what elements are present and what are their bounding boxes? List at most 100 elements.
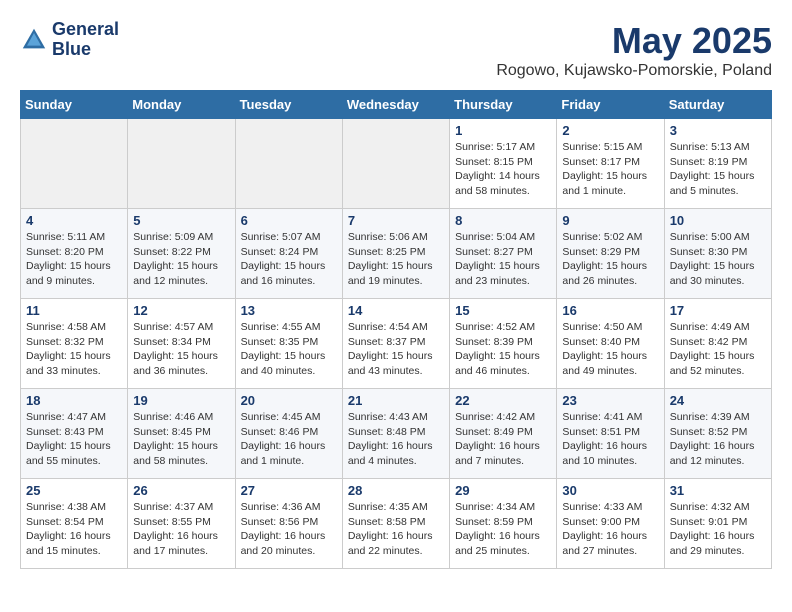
calendar-cell: 19 Sunrise: 4:46 AMSunset: 8:45 PMDayligh… [128, 389, 235, 479]
calendar-cell: 2Sunrise: 5:15 AMSunset: 8:17 PMDaylight… [557, 119, 664, 209]
weekday-header-thursday: Thursday [450, 91, 557, 119]
calendar-cell: 4Sunrise: 5:11 AMSunset: 8:20 PMDaylight… [21, 209, 128, 299]
day-number: 15 [455, 303, 551, 318]
day-number: 11 [26, 303, 122, 318]
calendar-cell: 20 Sunrise: 4:45 AMSunset: 8:46 PMDayligh… [235, 389, 342, 479]
calendar-cell [128, 119, 235, 209]
calendar-cell: 27 Sunrise: 4:36 AMSunset: 8:56 PMDayligh… [235, 479, 342, 569]
calendar-cell: 24 Sunrise: 4:39 AMSunset: 8:52 PMDayligh… [664, 389, 771, 479]
day-number: 6 [241, 213, 337, 228]
day-info: Sunrise: 4:37 AMSunset: 8:55 PMDaylight:… [133, 500, 229, 559]
calendar-cell: 30 Sunrise: 4:33 AMSunset: 9:00 PMDayligh… [557, 479, 664, 569]
day-number: 20 [241, 393, 337, 408]
logo-line2: Blue [52, 40, 119, 60]
day-info: Sunrise: 5:13 AMSunset: 8:19 PMDaylight:… [670, 140, 766, 199]
day-info: Sunrise: 4:33 AMSunset: 9:00 PMDaylight:… [562, 500, 658, 559]
day-info: Sunrise: 4:52 AMSunset: 8:39 PMDaylight:… [455, 320, 551, 379]
title-block: May 2025 Rogowo, Kujawsko-Pomorskie, Pol… [496, 20, 772, 80]
day-info: Sunrise: 4:39 AMSunset: 8:52 PMDaylight:… [670, 410, 766, 469]
calendar-table: SundayMondayTuesdayWednesdayThursdayFrid… [20, 90, 772, 569]
day-number: 21 [348, 393, 444, 408]
day-number: 29 [455, 483, 551, 498]
day-number: 25 [26, 483, 122, 498]
day-number: 22 [455, 393, 551, 408]
weekday-header-tuesday: Tuesday [235, 91, 342, 119]
day-number: 26 [133, 483, 229, 498]
calendar-cell: 3 Sunrise: 5:13 AMSunset: 8:19 PMDaylight… [664, 119, 771, 209]
day-number: 12 [133, 303, 229, 318]
day-info: Sunrise: 4:49 AMSunset: 8:42 PMDaylight:… [670, 320, 766, 379]
month-title: May 2025 [496, 20, 772, 62]
day-info: Sunrise: 4:35 AMSunset: 8:58 PMDaylight:… [348, 500, 444, 559]
day-info: Sunrise: 4:47 AMSunset: 8:43 PMDaylight:… [26, 410, 122, 469]
day-info: Sunrise: 5:02 AMSunset: 8:29 PMDaylight:… [562, 230, 658, 289]
calendar-week-row: 11Sunrise: 4:58 AMSunset: 8:32 PMDayligh… [21, 299, 772, 389]
calendar-cell: 21 Sunrise: 4:43 AMSunset: 8:48 PMDayligh… [342, 389, 449, 479]
calendar-cell: 26 Sunrise: 4:37 AMSunset: 8:55 PMDayligh… [128, 479, 235, 569]
day-info: Sunrise: 4:41 AMSunset: 8:51 PMDaylight:… [562, 410, 658, 469]
day-number: 30 [562, 483, 658, 498]
calendar-cell: 7 Sunrise: 5:06 AMSunset: 8:25 PMDaylight… [342, 209, 449, 299]
day-info: Sunrise: 4:46 AMSunset: 8:45 PMDaylight:… [133, 410, 229, 469]
weekday-header-row: SundayMondayTuesdayWednesdayThursdayFrid… [21, 91, 772, 119]
day-info: Sunrise: 5:11 AMSunset: 8:20 PMDaylight:… [26, 230, 122, 289]
day-info: Sunrise: 4:45 AMSunset: 8:46 PMDaylight:… [241, 410, 337, 469]
calendar-cell: 1Sunrise: 5:17 AMSunset: 8:15 PMDaylight… [450, 119, 557, 209]
calendar-cell: 13 Sunrise: 4:55 AMSunset: 8:35 PMDayligh… [235, 299, 342, 389]
day-number: 14 [348, 303, 444, 318]
day-info: Sunrise: 4:54 AMSunset: 8:37 PMDaylight:… [348, 320, 444, 379]
calendar-cell: 11Sunrise: 4:58 AMSunset: 8:32 PMDayligh… [21, 299, 128, 389]
logo-text: General Blue [52, 20, 119, 60]
day-info: Sunrise: 4:55 AMSunset: 8:35 PMDaylight:… [241, 320, 337, 379]
day-number: 10 [670, 213, 766, 228]
calendar-cell: 16 Sunrise: 4:50 AMSunset: 8:40 PMDayligh… [557, 299, 664, 389]
day-number: 23 [562, 393, 658, 408]
day-number: 13 [241, 303, 337, 318]
calendar-cell: 15 Sunrise: 4:52 AMSunset: 8:39 PMDayligh… [450, 299, 557, 389]
weekday-header-monday: Monday [128, 91, 235, 119]
calendar-week-row: 25Sunrise: 4:38 AMSunset: 8:54 PMDayligh… [21, 479, 772, 569]
calendar-cell: 8 Sunrise: 5:04 AMSunset: 8:27 PMDaylight… [450, 209, 557, 299]
day-info: Sunrise: 5:06 AMSunset: 8:25 PMDaylight:… [348, 230, 444, 289]
day-info: Sunrise: 5:15 AMSunset: 8:17 PMDaylight:… [562, 140, 658, 199]
logo-line1: General [52, 20, 119, 40]
day-info: Sunrise: 4:34 AMSunset: 8:59 PMDaylight:… [455, 500, 551, 559]
day-number: 17 [670, 303, 766, 318]
calendar-cell: 12 Sunrise: 4:57 AMSunset: 8:34 PMDayligh… [128, 299, 235, 389]
calendar-cell: 28Sunrise: 4:35 AMSunset: 8:58 PMDayligh… [342, 479, 449, 569]
calendar-cell [342, 119, 449, 209]
day-number: 19 [133, 393, 229, 408]
weekday-header-wednesday: Wednesday [342, 91, 449, 119]
calendar-cell: 18Sunrise: 4:47 AMSunset: 8:43 PMDayligh… [21, 389, 128, 479]
day-number: 7 [348, 213, 444, 228]
day-info: Sunrise: 4:32 AMSunset: 9:01 PMDaylight:… [670, 500, 766, 559]
calendar-cell [21, 119, 128, 209]
calendar-cell: 10 Sunrise: 5:00 AMSunset: 8:30 PMDayligh… [664, 209, 771, 299]
day-info: Sunrise: 4:43 AMSunset: 8:48 PMDaylight:… [348, 410, 444, 469]
calendar-cell: 23 Sunrise: 4:41 AMSunset: 8:51 PMDayligh… [557, 389, 664, 479]
calendar-cell: 25Sunrise: 4:38 AMSunset: 8:54 PMDayligh… [21, 479, 128, 569]
calendar-week-row: 4Sunrise: 5:11 AMSunset: 8:20 PMDaylight… [21, 209, 772, 299]
day-number: 31 [670, 483, 766, 498]
day-info: Sunrise: 4:36 AMSunset: 8:56 PMDaylight:… [241, 500, 337, 559]
day-info: Sunrise: 5:04 AMSunset: 8:27 PMDaylight:… [455, 230, 551, 289]
weekday-header-saturday: Saturday [664, 91, 771, 119]
calendar-week-row: 1Sunrise: 5:17 AMSunset: 8:15 PMDaylight… [21, 119, 772, 209]
calendar-cell: 9 Sunrise: 5:02 AMSunset: 8:29 PMDaylight… [557, 209, 664, 299]
calendar-cell: 14 Sunrise: 4:54 AMSunset: 8:37 PMDayligh… [342, 299, 449, 389]
day-number: 5 [133, 213, 229, 228]
day-info: Sunrise: 5:09 AMSunset: 8:22 PMDaylight:… [133, 230, 229, 289]
day-info: Sunrise: 5:17 AMSunset: 8:15 PMDaylight:… [455, 140, 551, 199]
day-info: Sunrise: 4:57 AMSunset: 8:34 PMDaylight:… [133, 320, 229, 379]
day-number: 27 [241, 483, 337, 498]
day-number: 3 [670, 123, 766, 138]
day-number: 24 [670, 393, 766, 408]
day-info: Sunrise: 4:50 AMSunset: 8:40 PMDaylight:… [562, 320, 658, 379]
calendar-cell: 17 Sunrise: 4:49 AMSunset: 8:42 PMDayligh… [664, 299, 771, 389]
calendar-week-row: 18Sunrise: 4:47 AMSunset: 8:43 PMDayligh… [21, 389, 772, 479]
day-number: 9 [562, 213, 658, 228]
day-number: 16 [562, 303, 658, 318]
day-number: 8 [455, 213, 551, 228]
page-header: General Blue May 2025 Rogowo, Kujawsko-P… [20, 20, 772, 80]
day-info: Sunrise: 5:00 AMSunset: 8:30 PMDaylight:… [670, 230, 766, 289]
